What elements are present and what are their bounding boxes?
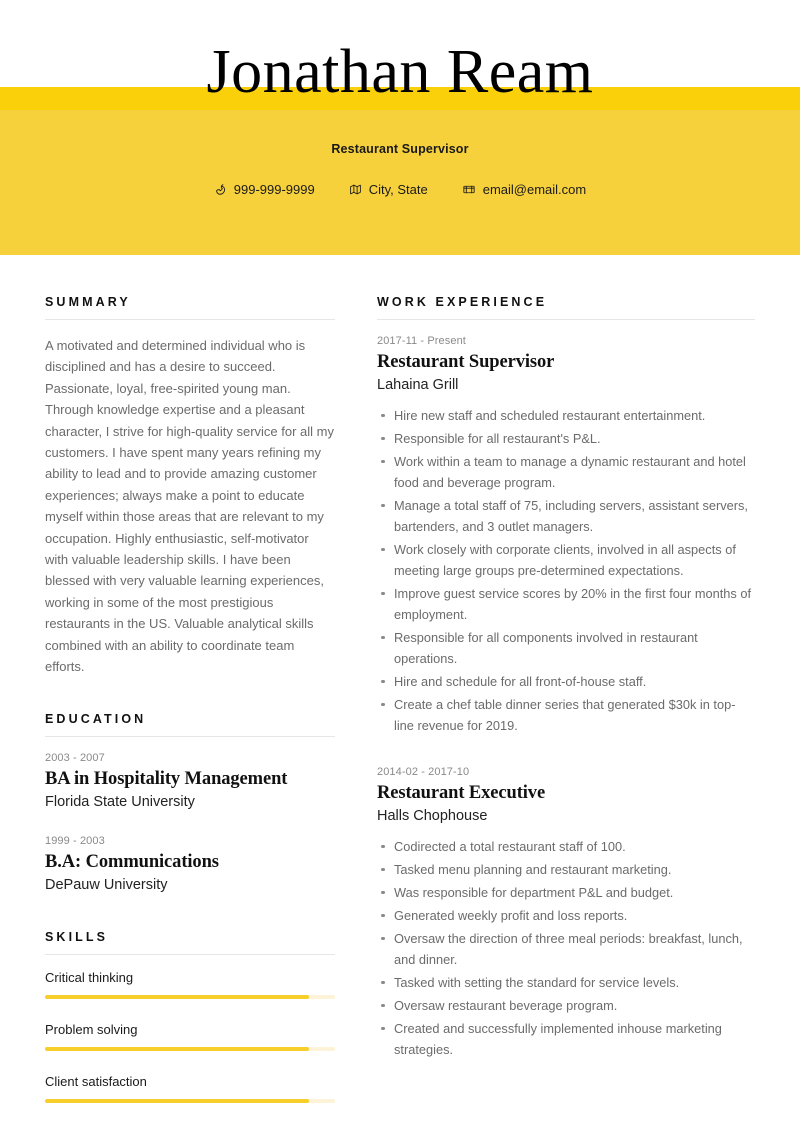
header-accent-band [0, 87, 800, 255]
job-bullet: Create a chef table dinner series that g… [377, 694, 755, 736]
contact-location[interactable]: City, State [349, 182, 428, 197]
skill-label: Client satisfaction [45, 1073, 147, 1089]
map-icon [349, 183, 362, 196]
right-column: Work Experience 2017-11 - Present Restau… [377, 295, 755, 1094]
job-bullet: Responsible for all components involved … [377, 627, 755, 669]
skill-track [45, 994, 335, 999]
job-entry: 2017-11 - Present Restaurant Supervisor … [377, 335, 755, 736]
job-bullet: Was responsible for department P&L and b… [377, 882, 755, 903]
skill-fill [45, 1098, 309, 1103]
left-column: Summary A motivated and determined indiv… [45, 295, 335, 1137]
job-company: Halls Chophouse [377, 808, 488, 824]
education-school: Florida State University [45, 793, 195, 810]
contact-location-value: City, State [368, 182, 428, 197]
education-date: 1999 - 2003 [45, 834, 105, 847]
job-date: 2014-02 - 2017-10 [377, 766, 470, 778]
section-education: Education 2003 - 2007 BA in Hospitality … [45, 712, 335, 896]
skill-label: Critical thinking [45, 969, 134, 985]
section-skills: Skills Critical thinking Problem solving [45, 930, 335, 1103]
skill-list: Critical thinking Problem solving Client… [45, 970, 335, 1103]
education-entry: 1999 - 2003 B.A: Communications DePauw U… [45, 835, 335, 896]
work-experience-heading: Work Experience [377, 295, 548, 309]
education-school: DePauw University [45, 876, 168, 893]
skill-item: Critical thinking [45, 970, 335, 999]
candidate-title: Restaurant Supervisor [331, 142, 469, 156]
candidate-name: Jonathan Ream [206, 38, 594, 106]
job-company: Lahaina Grill [377, 377, 459, 393]
envelope-icon [462, 183, 476, 196]
skill-track [45, 1046, 335, 1051]
education-date: 2003 - 2007 [45, 751, 105, 764]
contact-phone[interactable]: 999-999-9999 [214, 182, 315, 197]
job-bullet: Generated weekly profit and loss reports… [377, 905, 755, 926]
job-bullet: Hire new staff and scheduled restaurant … [377, 405, 755, 426]
job-bullet: Created and successfully implemented inh… [377, 1018, 755, 1060]
job-bullet-list: Codirected a total restaurant staff of 1… [377, 836, 755, 1060]
section-work-experience: Work Experience 2017-11 - Present Restau… [377, 295, 755, 1060]
skill-label: Problem solving [45, 1021, 138, 1037]
job-bullet: Oversaw the direction of three meal peri… [377, 928, 755, 970]
summary-heading: Summary [45, 295, 131, 309]
resume-header: Jonathan Ream Restaurant Supervisor 999-… [0, 0, 800, 255]
contact-row: 999-999-9999 City, State email@email.com [0, 182, 800, 197]
job-bullet: Codirected a total restaurant staff of 1… [377, 836, 755, 857]
education-degree: B.A: Communications [45, 851, 219, 872]
job-title: Restaurant Executive [377, 783, 546, 803]
education-entry: 2003 - 2007 BA in Hospitality Management… [45, 752, 335, 813]
education-entry-list: 2003 - 2007 BA in Hospitality Management… [45, 752, 335, 896]
skills-divider [45, 953, 335, 955]
section-summary: Summary A motivated and determined indiv… [45, 295, 335, 678]
job-entry: 2014-02 - 2017-10 Restaurant Executive H… [377, 766, 755, 1060]
summary-divider [45, 319, 335, 320]
contact-phone-value: 999-999-9999 [233, 182, 315, 197]
job-bullet: Tasked menu planning and restaurant mark… [377, 859, 755, 880]
skill-item: Problem solving [45, 1022, 335, 1051]
skills-heading: Skills [45, 929, 109, 944]
job-bullet: Manage a total staff of 75, including se… [377, 495, 755, 537]
skill-track [45, 1098, 335, 1103]
skill-fill [45, 1046, 309, 1051]
job-bullet: Oversaw restaurant beverage program. [377, 995, 755, 1016]
contact-email[interactable]: email@email.com [462, 182, 587, 197]
skill-fill [45, 994, 309, 999]
job-bullet: Hire and schedule for all front-of-house… [377, 671, 755, 692]
job-bullet-list: Hire new staff and scheduled restaurant … [377, 405, 755, 736]
resume-body: Summary A motivated and determined indiv… [0, 255, 800, 1137]
summary-text: A motivated and determined individual wh… [45, 338, 334, 675]
job-bullet: Tasked with setting the standard for ser… [377, 972, 755, 993]
job-bullet: Improve guest service scores by 20% in t… [377, 583, 755, 625]
job-bullet: Work within a team to manage a dynamic r… [377, 451, 755, 493]
work-experience-divider [377, 319, 755, 320]
job-bullet: Responsible for all restaurant's P&L. [377, 428, 755, 449]
contact-email-value: email@email.com [482, 182, 587, 197]
job-date: 2017-11 - Present [377, 335, 466, 347]
education-heading: Education [45, 711, 147, 726]
education-degree: BA in Hospitality Management [45, 768, 288, 789]
skill-item: Client satisfaction [45, 1074, 335, 1103]
job-title: Restaurant Supervisor [377, 352, 555, 372]
phone-icon [214, 183, 227, 196]
job-bullet: Work closely with corporate clients, inv… [377, 539, 755, 581]
education-divider [45, 735, 335, 737]
